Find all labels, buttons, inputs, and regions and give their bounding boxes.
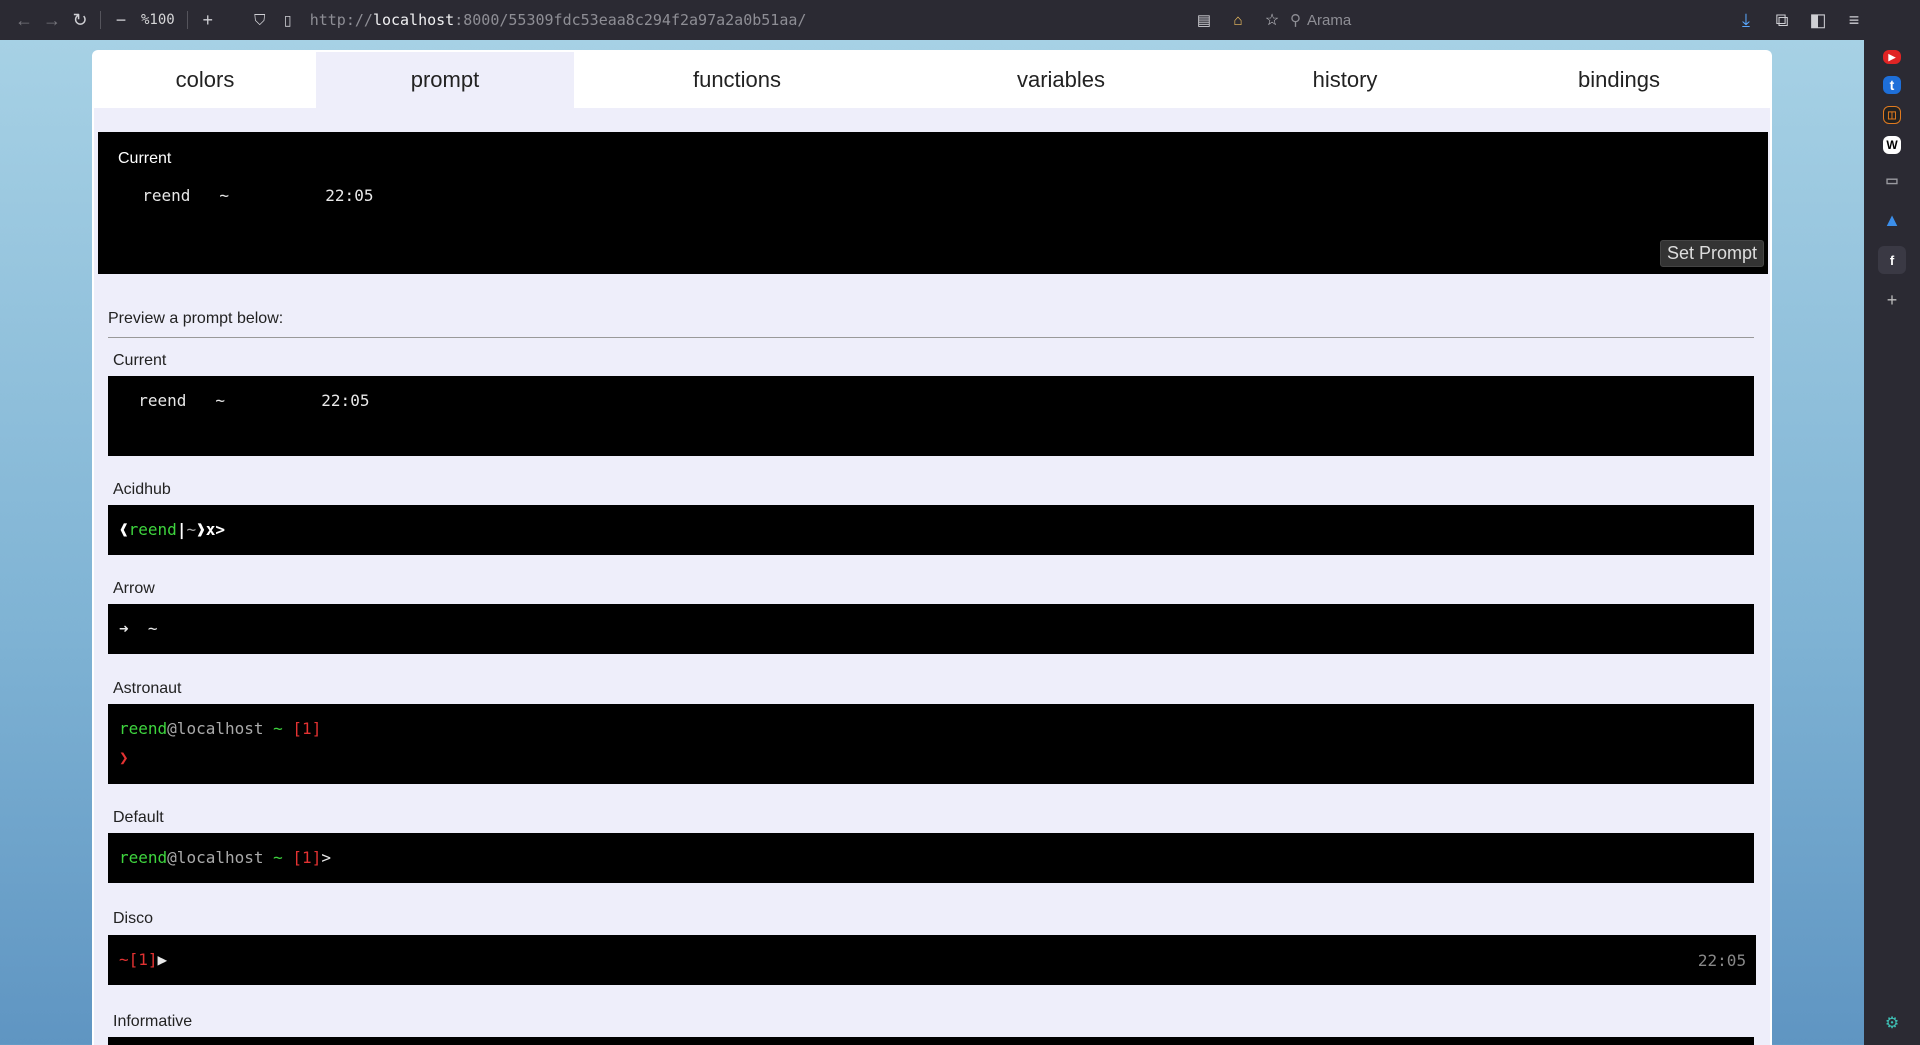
prompt-preview-informative[interactable]	[108, 1037, 1754, 1045]
prompt-name-acidhub: Acidhub	[113, 481, 171, 498]
prompt-preview-disco[interactable]: ~[1]▶	[108, 935, 1688, 985]
zoom-out-icon[interactable]: −	[107, 6, 135, 34]
tab-bar: colors prompt functions variables histor…	[94, 52, 1770, 108]
prompt-line: reend@localhost ~ [1]>	[119, 848, 331, 867]
current-prompt-line1: reend ~ 22:05	[123, 186, 393, 205]
prompt-name-astronaut: Astronaut	[113, 680, 182, 697]
tab-colors[interactable]: colors	[94, 52, 316, 108]
search-placeholder: Arama	[1307, 11, 1352, 29]
extensions-icon[interactable]: ⧉	[1768, 6, 1796, 34]
tab-variables[interactable]: variables	[900, 52, 1222, 108]
url-prefix: http://	[309, 11, 373, 29]
prompt-preview-arrow[interactable]: ➜ ~	[108, 604, 1754, 654]
tab-prompt[interactable]: prompt	[316, 52, 574, 108]
browser-sidebar: ▶ t ◫ W ▭ ▲ f + ⚙	[1864, 40, 1920, 1045]
prompt-line: ➜ ~	[119, 619, 158, 638]
f-app-icon[interactable]: f	[1878, 246, 1906, 274]
home-icon[interactable]: ⌂	[1224, 6, 1252, 34]
tab-functions[interactable]: functions	[574, 52, 900, 108]
arrow-app-icon[interactable]: ▲	[1878, 206, 1906, 234]
reader-icon[interactable]: ▤	[1190, 6, 1218, 34]
bookmark-star-icon[interactable]: ☆	[1258, 6, 1286, 34]
zoom-level[interactable]: %100	[135, 12, 181, 28]
prompt-line: ❯	[119, 748, 129, 767]
browser-toolbar: ← → ↻ − %100 + ⛉ ▯ http://localhost:8000…	[0, 0, 1920, 40]
disco-right-prompt: 22:05	[1688, 935, 1756, 985]
settings-gear-icon[interactable]: ⚙	[1878, 1009, 1906, 1037]
add-panel-icon[interactable]: +	[1878, 286, 1906, 314]
preview-header: Preview a prompt below:	[108, 310, 284, 327]
url-host: localhost	[372, 11, 455, 29]
prompt-name-current: Current	[113, 352, 167, 369]
page-icon: ▯	[283, 11, 292, 28]
app-icon[interactable]: ◫	[1883, 106, 1901, 124]
prompt-name-arrow: Arrow	[113, 580, 155, 597]
reload-icon[interactable]: ↻	[66, 6, 94, 34]
prompt-line: reend@localhost ~ [1]	[119, 719, 322, 738]
prompt-preview-current[interactable]: reend ~ 22:05	[108, 376, 1754, 456]
url-path: :8000/55309fdc53eaa8c294f2a97a2a0b51aa/	[454, 11, 807, 29]
search-icon: ⚲	[1290, 12, 1301, 29]
divider	[108, 337, 1754, 338]
prompt-line: reend ~ 22:05	[119, 391, 389, 410]
prompt-preview-acidhub[interactable]: ❰reend|~❱x>	[108, 505, 1754, 555]
back-icon[interactable]: ←	[10, 6, 38, 34]
downloads-icon[interactable]: ⤓	[1732, 6, 1760, 34]
tumblr-icon[interactable]: t	[1883, 76, 1901, 94]
zoom-in-icon[interactable]: +	[194, 6, 222, 34]
current-prompt-line2	[123, 214, 133, 233]
current-label: Current	[118, 150, 172, 167]
url-bar[interactable]: http://localhost:8000/55309fdc53eaa8c294…	[310, 11, 807, 29]
menu-icon[interactable]: ≡	[1840, 6, 1868, 34]
sidebar-toggle-icon[interactable]: ◧	[1804, 6, 1832, 34]
prompt-name-disco: Disco	[113, 910, 154, 927]
prompt-name-informative: Informative	[113, 1013, 193, 1030]
prompt-preview-astronaut[interactable]: reend@localhost ~ [1] ❯	[108, 704, 1754, 784]
prompt-line: ~[1]▶	[119, 950, 168, 969]
wikipedia-icon[interactable]: W	[1883, 136, 1901, 154]
tab-history[interactable]: history	[1222, 52, 1468, 108]
set-prompt-button[interactable]: Set Prompt	[1659, 240, 1764, 267]
fish-config-page: colors prompt functions variables histor…	[92, 50, 1772, 1045]
youtube-icon[interactable]: ▶	[1883, 50, 1901, 64]
search-box[interactable]: ⚲ Arama	[1290, 11, 1352, 30]
current-prompt-panel: Current reend ~ 22:05 Set Prompt	[98, 132, 1768, 274]
prompt-line	[119, 419, 129, 438]
forward-icon[interactable]: →	[38, 6, 66, 34]
shield-icon[interactable]: ⛉	[246, 6, 274, 34]
prompt-line: ❰reend|~❱x>	[119, 520, 225, 539]
tab-bindings[interactable]: bindings	[1468, 52, 1770, 108]
prompt-name-default: Default	[113, 809, 164, 826]
chat-icon[interactable]: ▭	[1878, 166, 1906, 194]
prompt-preview-default[interactable]: reend@localhost ~ [1]>	[108, 833, 1754, 883]
